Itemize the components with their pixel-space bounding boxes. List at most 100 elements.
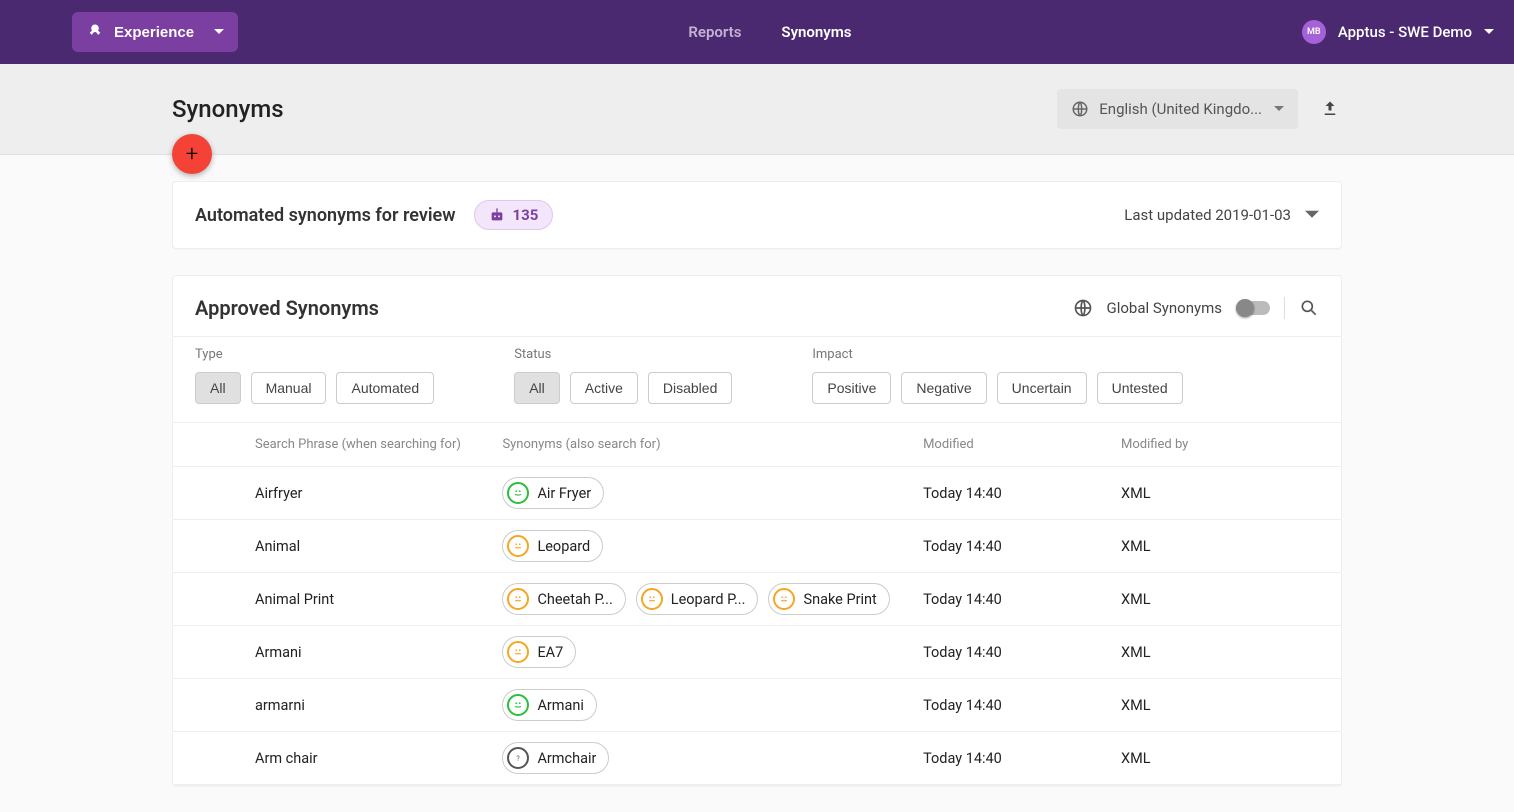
- cell-by: XML: [1121, 697, 1319, 714]
- filter-status-active[interactable]: Active: [570, 372, 638, 404]
- synonym-chip[interactable]: Cheetah P...: [502, 583, 625, 615]
- chevron-down-icon: [1305, 208, 1319, 222]
- synonym-chip[interactable]: Leopard P...: [636, 583, 759, 615]
- language-selector[interactable]: English (United Kingdo...: [1057, 89, 1298, 129]
- filter-status-label: Status: [514, 347, 732, 362]
- table-row[interactable]: armarni Armani Today 14:40 XML: [173, 679, 1341, 732]
- cell-modified: Today 14:40: [923, 750, 1121, 767]
- chevron-down-icon: [214, 27, 224, 37]
- synonym-chip[interactable]: Air Fryer: [502, 477, 604, 509]
- chip-label: Armchair: [537, 750, 596, 767]
- col-by: Modified by: [1121, 437, 1319, 452]
- global-synonyms-toggle[interactable]: [1236, 301, 1270, 315]
- cell-phrase: Animal Print: [255, 591, 502, 608]
- filter-impact-label: Impact: [812, 347, 1182, 362]
- chip-label: Armani: [537, 697, 584, 714]
- impact-neu-icon: [507, 535, 529, 557]
- impact-neu-icon: [773, 588, 795, 610]
- cell-modified: Today 14:40: [923, 538, 1121, 555]
- filter-impact: Impact Positive Negative Uncertain Untes…: [812, 347, 1182, 404]
- table-row[interactable]: Arm chair ? Armchair Today 14:40 XML: [173, 732, 1341, 785]
- cell-phrase: Arm chair: [255, 750, 502, 767]
- impact-pos-icon: [507, 694, 529, 716]
- table-row[interactable]: Armani EA7 Today 14:40 XML: [173, 626, 1341, 679]
- table-body: Airfryer Air Fryer Today 14:40 XML Anima…: [173, 467, 1341, 785]
- top-bar: Experience Reports Synonyms MB Apptus - …: [0, 0, 1514, 64]
- filter-status-all[interactable]: All: [514, 372, 560, 404]
- cell-synonyms: Armani: [502, 689, 923, 721]
- cell-phrase: Armani: [255, 644, 502, 661]
- table-row[interactable]: Airfryer Air Fryer Today 14:40 XML: [173, 467, 1341, 520]
- approved-card: Approved Synonyms Global Synonyms Type A…: [172, 275, 1342, 786]
- chip-label: Air Fryer: [537, 485, 591, 502]
- chip-label: Leopard P...: [671, 591, 746, 608]
- robot-icon: [489, 208, 505, 222]
- cell-synonyms: EA7: [502, 636, 923, 668]
- experience-menu-button[interactable]: Experience: [72, 12, 238, 52]
- page-title: Synonyms: [172, 95, 284, 123]
- chevron-down-icon: [1484, 27, 1494, 37]
- cell-by: XML: [1121, 750, 1319, 767]
- filter-impact-untested[interactable]: Untested: [1097, 372, 1183, 404]
- impact-pos-icon: [507, 482, 529, 504]
- table-row[interactable]: Animal Leopard Today 14:40 XML: [173, 520, 1341, 573]
- synonym-chip[interactable]: Snake Print: [768, 583, 889, 615]
- chevron-down-icon: [1274, 104, 1284, 114]
- review-count-pill: 135: [474, 200, 554, 230]
- cell-by: XML: [1121, 485, 1319, 502]
- filter-type-all[interactable]: All: [195, 372, 241, 404]
- synonym-chip[interactable]: ? Armchair: [502, 742, 609, 774]
- top-nav: Reports Synonyms: [238, 23, 1302, 41]
- filter-impact-negative[interactable]: Negative: [901, 372, 986, 404]
- chip-label: Leopard: [537, 538, 590, 555]
- review-count: 135: [513, 206, 539, 224]
- cell-synonyms: Leopard: [502, 530, 923, 562]
- review-title: Automated synonyms for review: [195, 205, 456, 226]
- impact-neu-icon: [507, 641, 529, 663]
- svg-text:?: ?: [517, 755, 521, 763]
- filter-status-disabled[interactable]: Disabled: [648, 372, 732, 404]
- language-label: English (United Kingdo...: [1099, 100, 1262, 118]
- review-card[interactable]: Automated synonyms for review 135 Last u…: [172, 181, 1342, 249]
- cell-by: XML: [1121, 591, 1319, 608]
- filter-type-automated[interactable]: Automated: [336, 372, 434, 404]
- approved-title: Approved Synonyms: [195, 296, 379, 320]
- cell-synonyms: Air Fryer: [502, 477, 923, 509]
- review-updated: Last updated 2019-01-03: [1124, 206, 1291, 224]
- brand-label: Experience: [114, 24, 194, 41]
- globe-icon: [1073, 298, 1093, 318]
- cell-phrase: Animal: [255, 538, 502, 555]
- synonym-chip[interactable]: EA7: [502, 636, 576, 668]
- cell-by: XML: [1121, 538, 1319, 555]
- search-icon[interactable]: [1299, 298, 1319, 318]
- cell-modified: Today 14:40: [923, 485, 1121, 502]
- add-synonym-fab[interactable]: +: [172, 134, 212, 174]
- impact-neu-icon: [507, 588, 529, 610]
- upload-button[interactable]: [1318, 97, 1342, 121]
- nav-synonyms[interactable]: Synonyms: [781, 23, 851, 41]
- global-synonyms-label: Global Synonyms: [1107, 299, 1223, 317]
- table-header: Search Phrase (when searching for) Synon…: [173, 423, 1341, 467]
- filter-impact-uncertain[interactable]: Uncertain: [997, 372, 1087, 404]
- nav-reports[interactable]: Reports: [688, 23, 741, 41]
- avatar: MB: [1302, 20, 1326, 44]
- table-row[interactable]: Animal Print Cheetah P... Leopard P... Sna…: [173, 573, 1341, 626]
- filter-bar: Type All Manual Automated Status All Act…: [173, 336, 1341, 423]
- brand-icon: [86, 23, 104, 41]
- synonym-chip[interactable]: Leopard: [502, 530, 603, 562]
- filter-impact-positive[interactable]: Positive: [812, 372, 891, 404]
- cell-modified: Today 14:40: [923, 697, 1121, 714]
- cell-phrase: armarni: [255, 697, 502, 714]
- col-modified: Modified: [923, 437, 1121, 452]
- user-menu[interactable]: MB Apptus - SWE Demo: [1302, 20, 1494, 44]
- col-phrase: Search Phrase (when searching for): [255, 437, 502, 452]
- filter-type-manual[interactable]: Manual: [251, 372, 327, 404]
- cell-modified: Today 14:40: [923, 591, 1121, 608]
- chip-label: Cheetah P...: [537, 591, 612, 608]
- synonym-chip[interactable]: Armani: [502, 689, 597, 721]
- filter-type: Type All Manual Automated: [195, 347, 434, 404]
- plus-icon: +: [186, 142, 198, 167]
- divider: [1284, 297, 1285, 319]
- impact-unk-icon: ?: [507, 747, 529, 769]
- main-column: Automated synonyms for review 135 Last u…: [172, 155, 1342, 786]
